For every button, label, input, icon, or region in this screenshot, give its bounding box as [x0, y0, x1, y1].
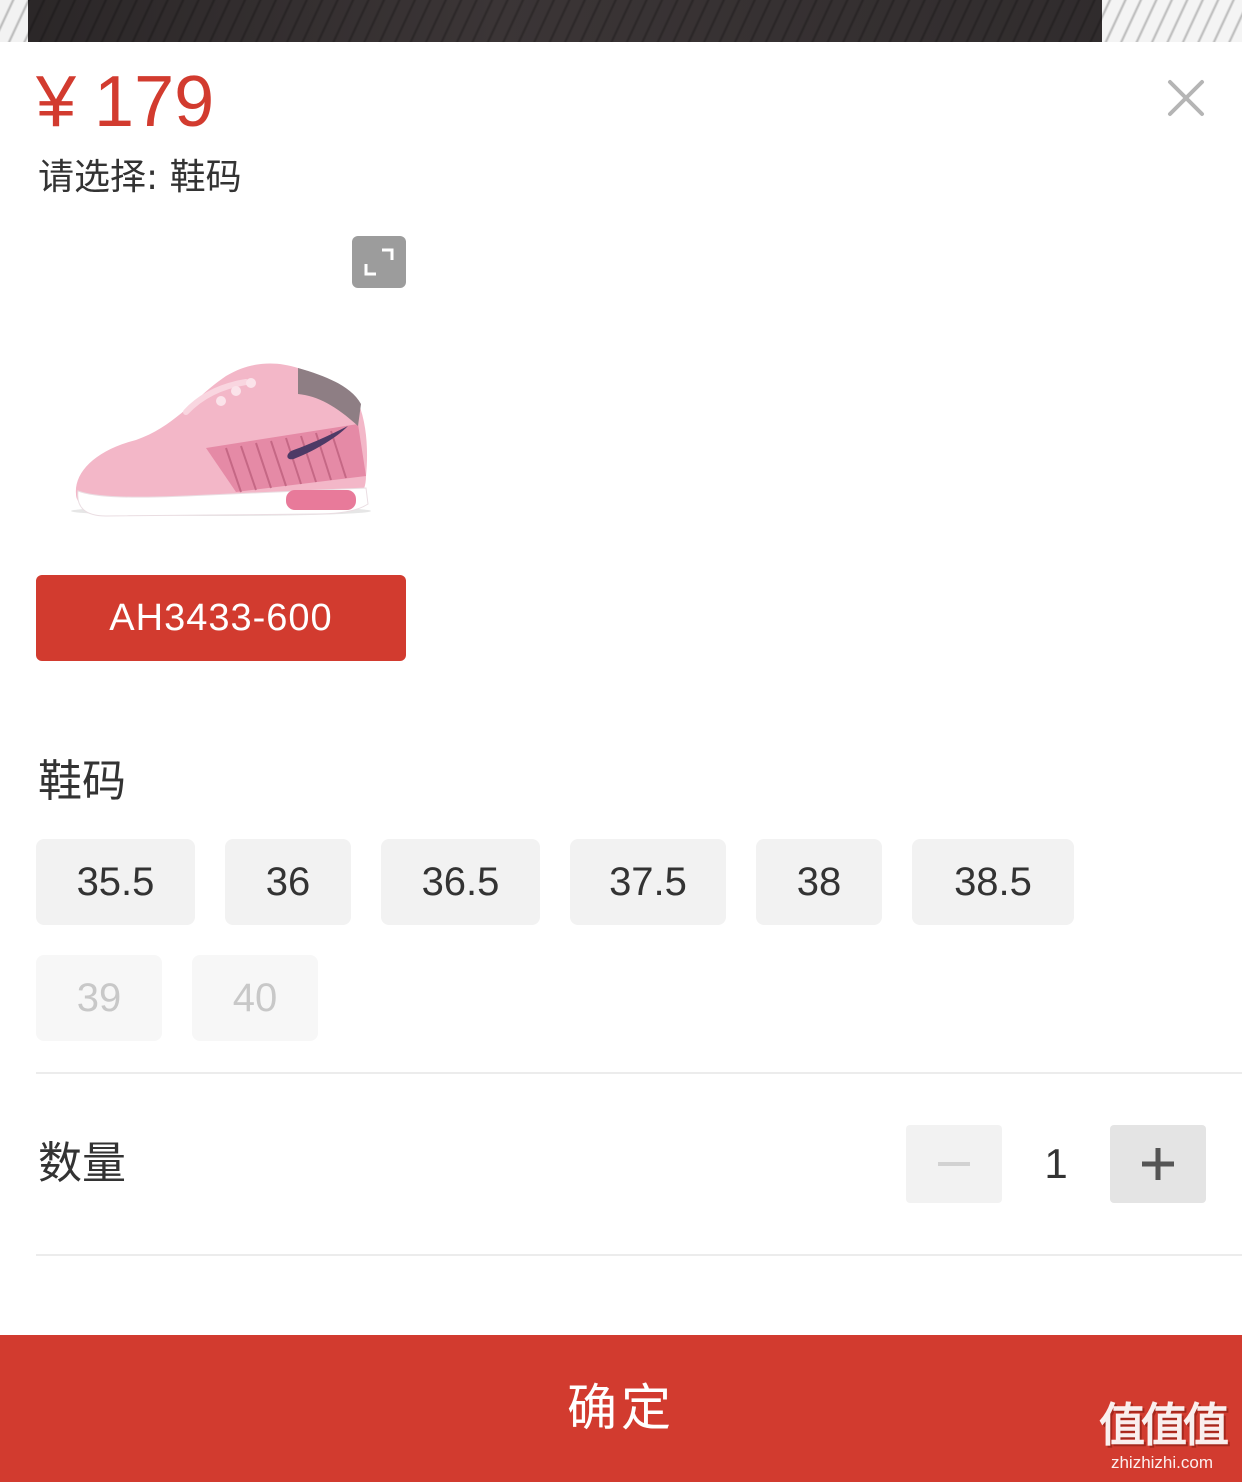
divider: [36, 1254, 1242, 1256]
product-image[interactable]: [36, 236, 406, 556]
divider: [36, 1072, 1242, 1074]
plus-icon: [1142, 1148, 1174, 1180]
product-background-strip: [0, 0, 1242, 42]
size-option-39-unavailable: 39: [36, 955, 162, 1041]
currency-symbol: ¥: [36, 62, 77, 142]
size-option-37-5[interactable]: 37.5: [570, 839, 726, 925]
size-option-40-unavailable: 40: [192, 955, 318, 1041]
quantity-decrease-button[interactable]: [906, 1125, 1002, 1203]
selection-prompt: 请选择: 鞋码: [38, 157, 242, 198]
watermark-domain: zhizhizhi.com: [1110, 1453, 1214, 1472]
price-value: 179: [94, 62, 215, 142]
close-button[interactable]: [1160, 72, 1212, 124]
size-option-38[interactable]: 38: [756, 839, 882, 925]
price-display: ¥179: [36, 62, 214, 142]
minus-icon: [938, 1162, 970, 1166]
watermark-logo-text: 值值值: [1099, 1398, 1229, 1452]
expand-icon: [364, 248, 394, 276]
sneaker-illustration: [71, 363, 371, 517]
quantity-value[interactable]: 1: [1002, 1125, 1110, 1203]
size-option-35-5[interactable]: 35.5: [36, 839, 195, 925]
confirm-button[interactable]: 确定: [0, 1335, 1242, 1482]
quantity-increase-button[interactable]: [1110, 1125, 1206, 1203]
size-option-36[interactable]: 36: [225, 839, 351, 925]
size-option-36-5[interactable]: 36.5: [381, 839, 540, 925]
size-section-title: 鞋码: [38, 756, 126, 807]
variant-option-selected[interactable]: AH3433-600: [36, 575, 406, 661]
expand-image-button[interactable]: [352, 236, 406, 288]
quantity-section-title: 数量: [38, 1138, 126, 1189]
sku-selector-sheet: ¥179 请选择: 鞋码 AH3433-600 鞋码 35.5 36 36.5 …: [0, 0, 1242, 1482]
size-option-38-5[interactable]: 38.5: [912, 839, 1074, 925]
site-watermark: 值值值 zhizhizhi.com: [1088, 1398, 1236, 1476]
close-icon: [1168, 80, 1204, 116]
